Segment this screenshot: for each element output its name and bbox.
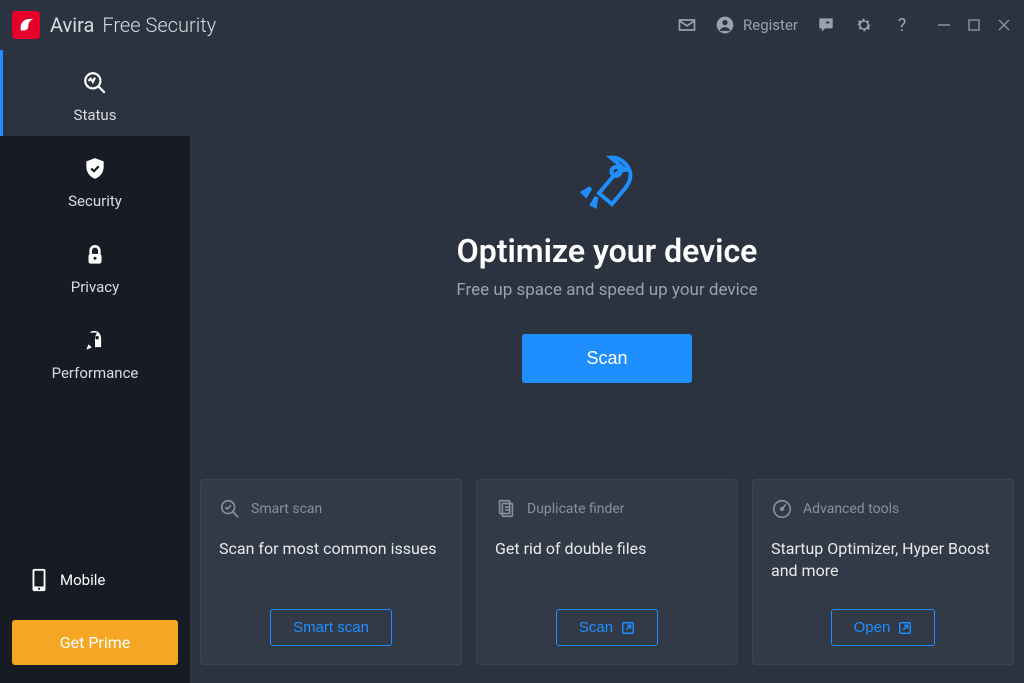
scan-button[interactable]: Scan — [522, 334, 691, 383]
external-link-icon — [898, 621, 912, 635]
hero-subtitle: Free up space and speed up your device — [456, 280, 757, 300]
mail-icon[interactable] — [677, 15, 697, 35]
card-button-label: Smart scan — [293, 619, 369, 636]
sidebar-item-label: Status — [74, 106, 117, 124]
card-button-label: Open — [854, 619, 891, 636]
card-title: Advanced tools — [803, 501, 899, 517]
gear-icon[interactable] — [854, 15, 874, 35]
card-duplicate-finder: Duplicate finder Get rid of double files… — [476, 479, 738, 665]
card-title: Duplicate finder — [527, 501, 625, 517]
minimize-button[interactable] — [936, 17, 952, 33]
sidebar-item-performance[interactable]: Performance — [0, 308, 190, 394]
card-desc: Startup Optimizer, Hyper Boost and more — [771, 538, 995, 581]
sidebar-item-mobile[interactable]: Mobile — [0, 554, 190, 606]
maximize-button[interactable] — [966, 17, 982, 33]
card-desc: Get rid of double files — [495, 538, 719, 560]
sidebar-item-label: Security — [68, 192, 122, 210]
close-button[interactable] — [996, 17, 1012, 33]
sidebar: Status Security Privacy Performance Mobi… — [0, 50, 190, 683]
status-icon — [82, 68, 108, 98]
sidebar-item-label: Performance — [52, 364, 139, 382]
card-desc: Scan for most common issues — [219, 538, 443, 560]
cards-row: Smart scan Scan for most common issues S… — [200, 479, 1014, 665]
phone-icon — [30, 568, 48, 592]
card-smart-scan: Smart scan Scan for most common issues S… — [200, 479, 462, 665]
prime-label: Get Prime — [60, 633, 131, 652]
register-button[interactable]: Register — [715, 15, 798, 35]
avira-logo — [12, 11, 40, 39]
duplicate-scan-button[interactable]: Scan — [556, 609, 658, 646]
sidebar-item-status[interactable]: Status — [0, 50, 190, 136]
scan-button-label: Scan — [586, 348, 627, 368]
sidebar-item-privacy[interactable]: Privacy — [0, 222, 190, 308]
mobile-label: Mobile — [60, 571, 105, 589]
help-icon[interactable]: ? — [892, 15, 912, 35]
rocket-icon — [82, 326, 108, 356]
duplicate-icon — [495, 498, 517, 520]
sidebar-item-label: Privacy — [71, 278, 119, 296]
hero-title: Optimize your device — [457, 232, 758, 270]
titlebar: Avira Free Security Register ? — [0, 0, 1024, 50]
card-advanced-tools: Advanced tools Startup Optimizer, Hyper … — [752, 479, 1014, 665]
lock-icon — [82, 240, 108, 270]
sidebar-item-security[interactable]: Security — [0, 136, 190, 222]
smart-scan-button[interactable]: Smart scan — [270, 609, 392, 646]
brand-suffix: Free Security — [102, 13, 216, 37]
external-link-icon — [621, 621, 635, 635]
shield-icon — [82, 154, 108, 184]
gauge-icon — [771, 498, 793, 520]
card-button-label: Scan — [579, 619, 613, 636]
rocket-hero-icon — [571, 146, 643, 218]
hero: Optimize your device Free up space and s… — [200, 50, 1014, 479]
search-check-icon — [219, 498, 241, 520]
register-label: Register — [743, 16, 798, 34]
advanced-open-button[interactable]: Open — [831, 609, 936, 646]
get-prime-button[interactable]: Get Prime — [12, 620, 178, 665]
card-title: Smart scan — [251, 501, 322, 517]
feedback-icon[interactable] — [816, 15, 836, 35]
brand-name: Avira — [50, 13, 94, 37]
main-content: Optimize your device Free up space and s… — [190, 50, 1024, 683]
